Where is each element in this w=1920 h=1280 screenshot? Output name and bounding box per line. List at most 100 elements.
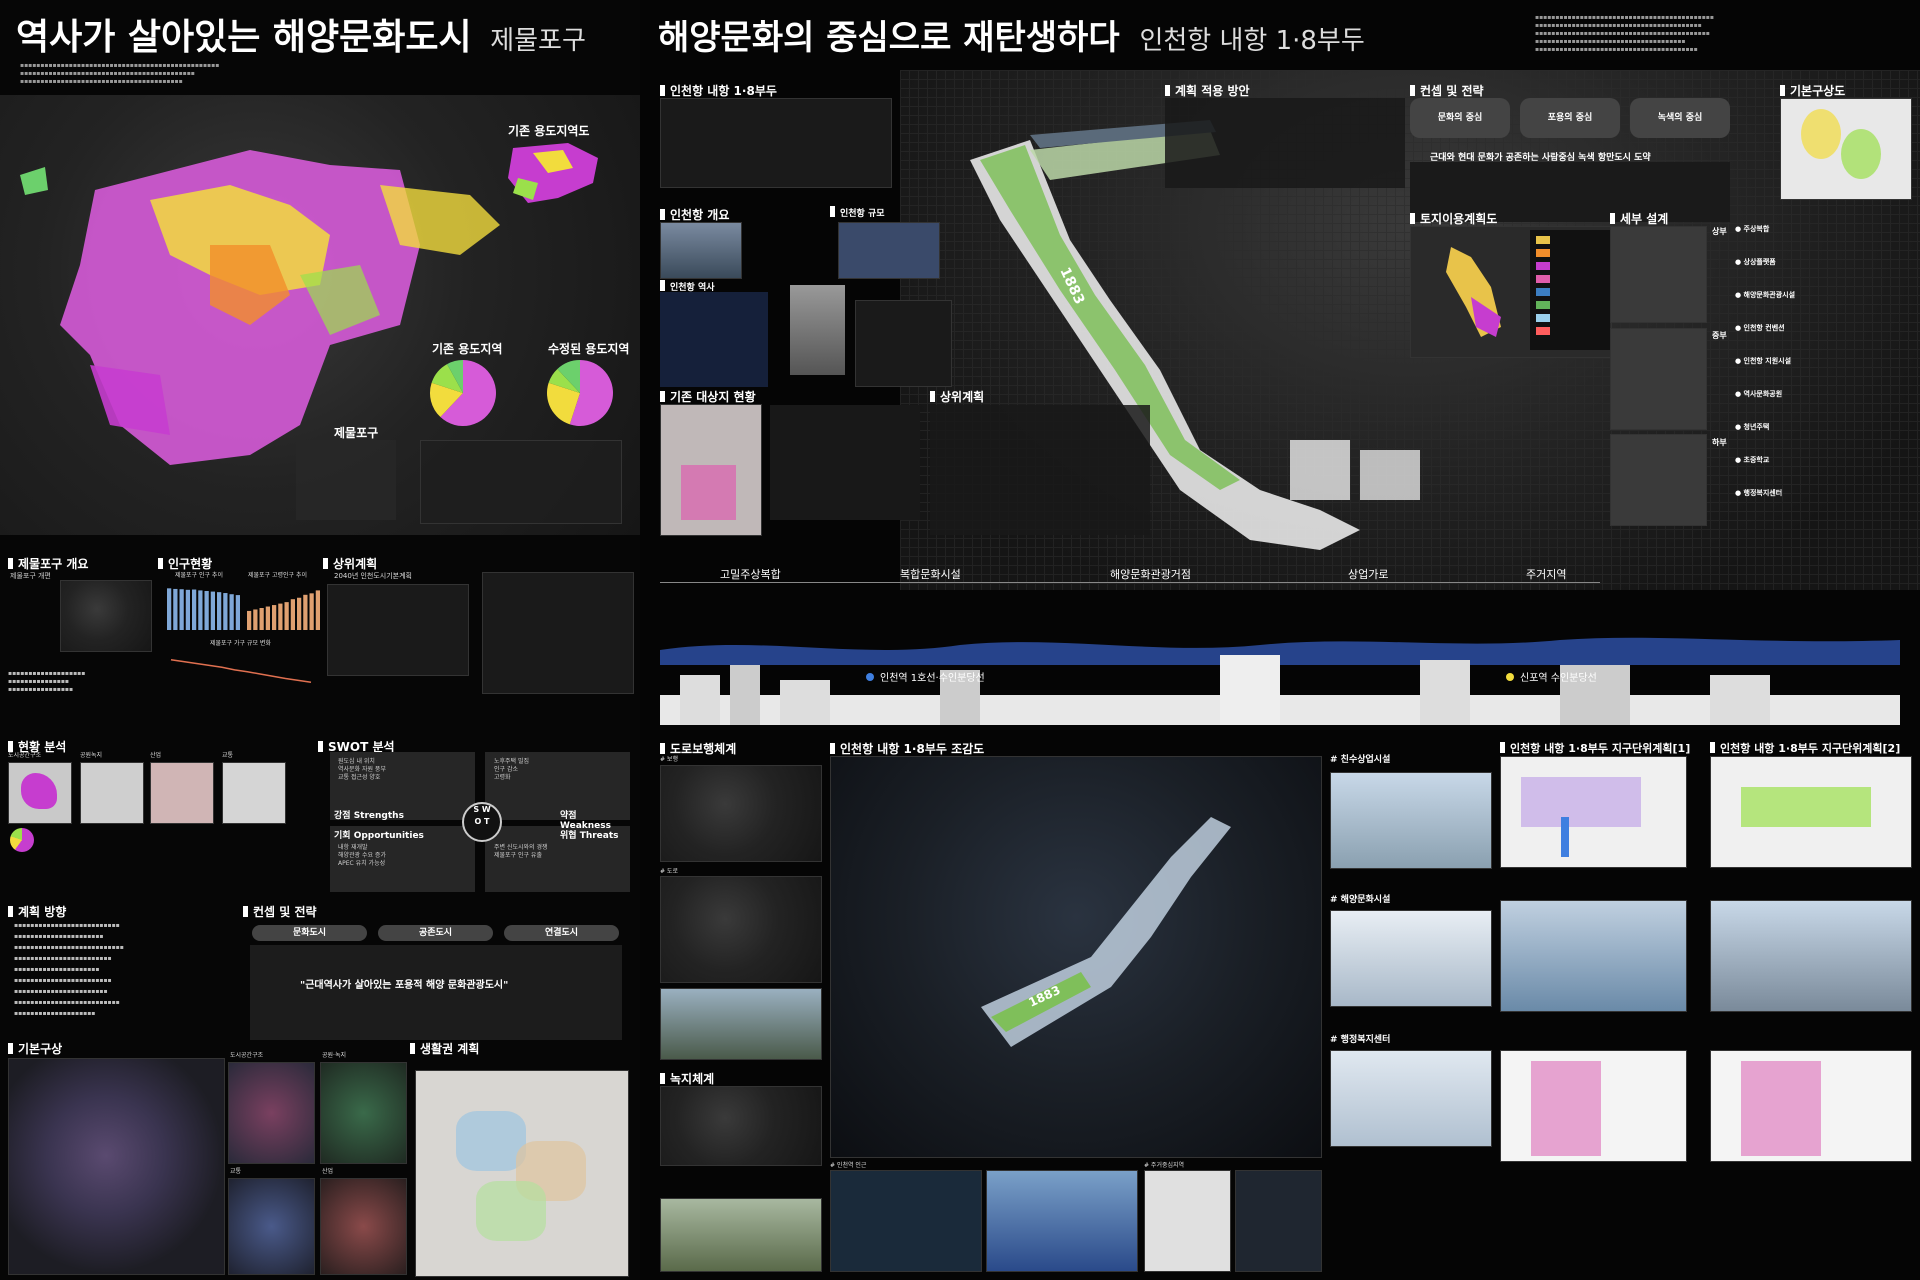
bar-9 — [217, 592, 222, 630]
r-green-heading: 녹지체계 — [660, 1070, 714, 1087]
status-map-1 — [8, 762, 72, 824]
section-label-2: 복합문화시설 — [900, 568, 961, 581]
upper-plan-sub: 2040년 인천도시기본계획 — [334, 572, 412, 580]
bar-7 — [204, 590, 209, 630]
bar-8 — [210, 591, 215, 630]
r-port-photo — [660, 222, 742, 279]
section-label-1: 고밀주상복합 — [720, 568, 781, 581]
basic-map-2 — [320, 1062, 407, 1164]
status-pie — [10, 828, 34, 852]
basic-item-3: 교통 — [230, 1168, 242, 1175]
station-label-1: 인천역 1호선·수인분당선 — [880, 672, 985, 684]
living-heading: 생활권 계획 — [410, 1040, 479, 1057]
r-marine-photo — [1330, 910, 1492, 1007]
r-unit1-plan — [1500, 756, 1687, 868]
left-title-main: 역사가 살아있는 해양문화도시 — [16, 17, 472, 58]
existing-zone-minimap — [508, 143, 598, 203]
r-bird-heading: 인천항 내항 1·8부두 조감도 — [830, 740, 984, 757]
bar-8 — [290, 599, 295, 630]
living-map — [415, 1070, 629, 1277]
bar-1 — [167, 588, 172, 630]
r-detail-tier-1: 상부 — [1712, 227, 1727, 236]
basic-map-4 — [320, 1178, 407, 1275]
section-label-4: 상업가로 — [1348, 568, 1389, 581]
pop-chart2-title: 제물포구 고령인구 추이 — [248, 572, 308, 579]
legend-swatch-3 — [1536, 262, 1550, 270]
legend-swatch-7 — [1536, 314, 1550, 322]
r-port-info-heading: 인천항 내항 1·8부두 — [660, 82, 777, 99]
swot-opportunities: 기회 Opportunities — [334, 831, 424, 841]
swot-threats: 위협 Threats — [560, 831, 619, 841]
basic-map-1 — [228, 1062, 315, 1164]
right-title: 해양문화의 중심으로 재탄생하다 인천항 내항 1·8부두 — [658, 10, 1365, 59]
bar-5 — [272, 605, 277, 630]
r-port-stats — [855, 300, 952, 387]
r-green-photo — [660, 1198, 822, 1272]
upper-plan-heading: 상위계획 — [323, 555, 377, 572]
left-concept-pill-2: 공존도시 — [378, 925, 493, 941]
status-item-2: 공원녹지 — [80, 752, 103, 759]
r-detail-tier-3: 하부 — [1712, 438, 1727, 447]
r-detail-tier-2: 중부 — [1712, 331, 1727, 340]
upper-plan-table2 — [482, 572, 634, 694]
r-walk-map-2 — [660, 876, 822, 983]
overview-heading: 제물포구 개요 — [8, 555, 88, 572]
station-marker-2 — [1506, 673, 1514, 681]
section-baseline — [660, 582, 1600, 583]
r-detail-items: ● 주상복합 ● 상상플랫폼 ● 해양문화관광시설 ● 인천항 컨벤션 ● 인천항 지원… — [1735, 224, 1915, 524]
r-landuse-heading: 토지이용계획도 — [1410, 210, 1497, 227]
bar-5 — [192, 589, 197, 630]
left-concept-slogan: "근대역사가 살아있는 포용적 해양 문화관광도시" — [300, 980, 509, 991]
bar-4 — [265, 606, 270, 630]
pie-revised — [547, 360, 613, 426]
bar-11 — [309, 593, 314, 630]
r-concept-heading: 컨셉 및 전략 — [1410, 82, 1484, 99]
swot-w-items: 노후주택 밀집 인구 감소 고령화 — [494, 758, 530, 781]
basic-heading: 기본구상 — [8, 1040, 62, 1057]
r-bird-view: 1883 — [830, 756, 1322, 1158]
r-port-scale-heading: 인천항 규모 — [830, 206, 885, 219]
legend-swatch-4 — [1536, 275, 1550, 283]
r-unit2-plan — [1710, 756, 1912, 868]
r-unit1-heading: 인천항 내항 1·8부두 지구단위계획[1] — [1500, 740, 1690, 756]
bar-3 — [259, 608, 264, 630]
section-label-3: 해양문화관광거점 — [1110, 568, 1191, 581]
r-sub-admin: # 행정복지센터 — [1330, 1035, 1391, 1045]
detail-item-7: ● 청년주택 — [1735, 423, 1770, 431]
station-label-2: 신포역 수인분당선 — [1520, 672, 1597, 684]
r-unit2-heading: 인천항 내항 1·8부두 지구단위계획[2] — [1710, 740, 1900, 756]
detail-item-2: ● 상상플랫폼 — [1735, 258, 1776, 266]
status-map-2 — [80, 762, 144, 824]
status-item-1: 도시공간구조 — [8, 752, 42, 759]
r-admin-photo — [1330, 1050, 1492, 1147]
bar-12 — [315, 590, 320, 630]
population-heading: 인구현황 — [158, 555, 212, 572]
detail-item-4: ● 인천항 컨벤션 — [1735, 324, 1785, 332]
r-detail-heading: 세부 설계 — [1610, 210, 1668, 227]
basic-map-3 — [228, 1178, 315, 1275]
right-title-main: 해양문화의 중심으로 재탄생하다 — [658, 18, 1120, 58]
r-port-history-table — [660, 292, 768, 387]
section-labels: 고밀주상복합 복합문화시설 해양문화관광거점 상업가로 주거지역 — [660, 560, 1900, 600]
r-commercial-photo — [1330, 772, 1492, 869]
r-target-heading: 기존 대상지 현황 — [660, 388, 756, 405]
r-port-history-photos — [790, 285, 845, 375]
r-walk-heading: 도로보행체계 — [660, 740, 736, 757]
swot-box: S WO T 강점 Strengths 약점 Weakness 기회 Oppor… — [330, 752, 630, 892]
plan-direction-text: ▪▪▪▪▪▪▪▪▪▪▪▪▪▪▪▪▪▪▪▪▪▪▪▪▪▪ ▪▪▪▪▪▪▪▪▪▪▪▪▪▪… — [14, 922, 124, 1017]
detail-item-6: ● 역사문화공원 — [1735, 390, 1783, 398]
status-map-3 — [150, 762, 214, 824]
elderly-bar-chart — [247, 590, 320, 630]
overview-text: ▪▪▪▪▪▪▪▪▪▪▪▪▪▪▪▪▪▪▪ ▪▪▪▪▪▪▪▪▪▪▪▪▪▪▪ ▪▪▪▪▪▪… — [8, 670, 86, 693]
r-concept-pill-3: 녹색의 중심 — [1630, 98, 1730, 138]
population-bar-chart — [167, 588, 240, 630]
swot-strengths: 강점 Strengths — [334, 811, 404, 821]
left-title: 역사가 살아있는 해양문화도시 제물포구 — [16, 8, 586, 60]
r-target-text — [770, 405, 920, 520]
bar-6 — [278, 603, 283, 630]
pie-revised-label: 수정된 용도지역 — [548, 342, 630, 356]
legend-swatch-2 — [1536, 249, 1550, 257]
household-line-chart — [170, 659, 312, 683]
basic-item-1: 도시공간구조 — [230, 1052, 264, 1059]
bar-4 — [185, 589, 190, 630]
